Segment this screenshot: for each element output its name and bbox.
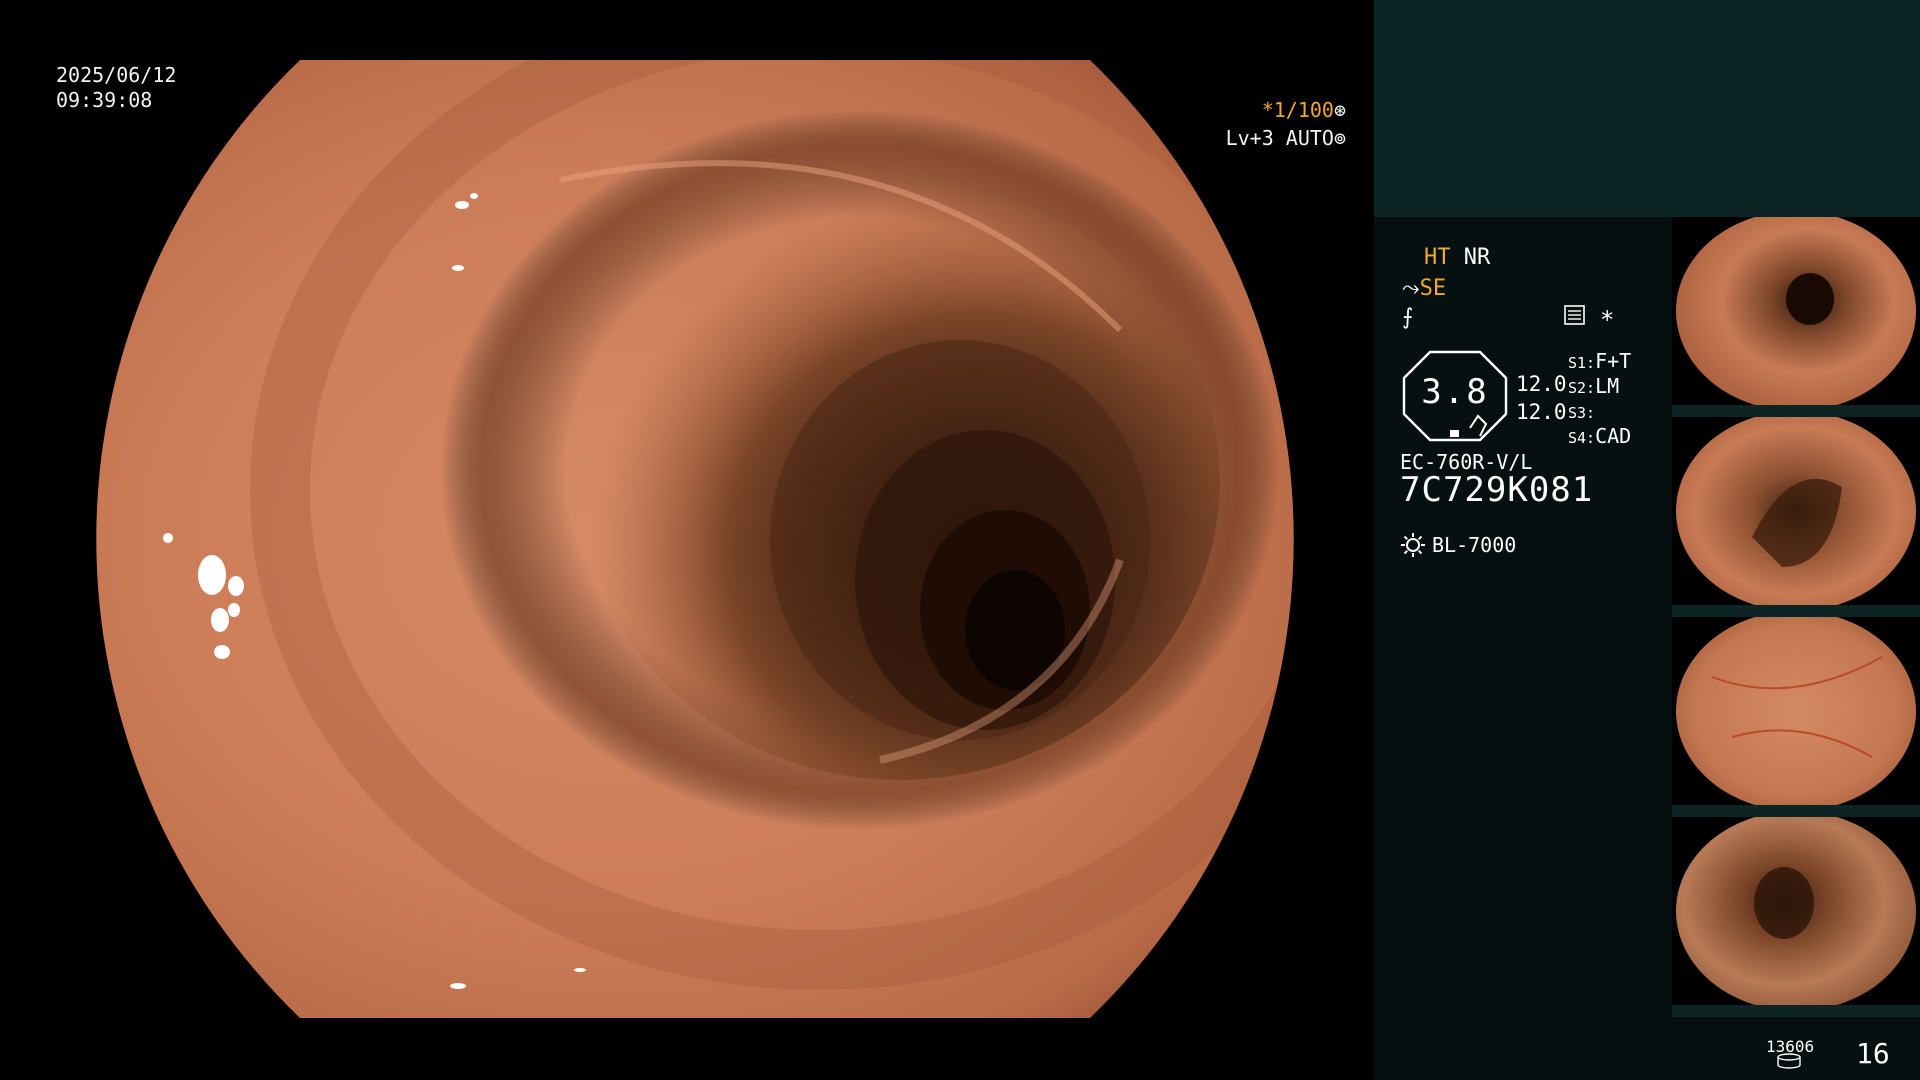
switch-s3: S3: xyxy=(1568,404,1596,422)
structure-enhance-status: ⤳SE xyxy=(1402,275,1446,303)
switch-s4: S4:CAD xyxy=(1568,424,1632,448)
colon-lumen-image xyxy=(96,60,1294,1018)
switch-s2: S2:LM xyxy=(1568,374,1620,398)
switch-s1: S1:F+T xyxy=(1568,349,1632,373)
page-number: 16 xyxy=(1856,1037,1890,1070)
ht-label: HT xyxy=(1424,245,1451,270)
star-icon: * xyxy=(1600,306,1615,334)
capture-thumbnail-1[interactable] xyxy=(1672,217,1920,405)
disk-icon xyxy=(1777,1053,1801,1069)
setting-value-b: 12.0 xyxy=(1516,400,1567,424)
brightness-level-display: Lv+3 AUTO⊚ xyxy=(1226,126,1346,151)
panel-header-area xyxy=(1374,0,1920,217)
capture-thumbnail-3[interactable] xyxy=(1672,617,1920,805)
nr-label: NR xyxy=(1463,245,1491,270)
endoscope-main-view: 2025/06/12 09:39:08 *1/100⊛ Lv+3 AUTO⊚ xyxy=(0,0,1374,1080)
thumbnail-divider xyxy=(1672,605,1920,617)
thumbnail-divider xyxy=(1672,805,1920,817)
iris-icon: ⊚ xyxy=(1333,126,1346,150)
datetime-display: 2025/06/12 09:39:08 xyxy=(56,63,176,113)
sun-icon xyxy=(1401,533,1425,557)
time-text: 09:39:08 xyxy=(56,88,153,112)
aperture-icon: ⊛ xyxy=(1333,98,1346,122)
scope-serial: 7C729K081 xyxy=(1400,470,1594,510)
menu-icon xyxy=(1564,304,1586,334)
gauge-value: 3.8 xyxy=(1421,372,1489,412)
thumbnail-divider xyxy=(1672,1005,1920,1017)
se-label: SE xyxy=(1419,276,1447,301)
structure-enhance-icon: ⤳ xyxy=(1402,276,1420,301)
light-source-label: BL-7000 xyxy=(1432,533,1517,557)
shutter-speed-text: *1/100 xyxy=(1261,98,1334,122)
freeze-icon: ⨍ xyxy=(1402,305,1414,330)
thumbnail-divider xyxy=(1672,405,1920,417)
date-text: 2025/06/12 xyxy=(56,63,177,87)
level-text: Lv+3 AUTO xyxy=(1225,126,1334,150)
shutter-display: *1/100⊛ xyxy=(1262,98,1346,123)
ht-nr-status: HT NR xyxy=(1424,244,1490,272)
light-source: BL-7000 xyxy=(1400,531,1516,559)
capture-thumbnail-2[interactable] xyxy=(1672,417,1920,605)
info-side-panel: HT NR ⤳SE ⨍ * 3.8 12.0 12.0 S1:F+T S2:LM… xyxy=(1374,0,1920,1080)
setting-value-a: 12.0 xyxy=(1516,372,1567,396)
capture-thumbnail-4[interactable] xyxy=(1672,817,1920,1005)
